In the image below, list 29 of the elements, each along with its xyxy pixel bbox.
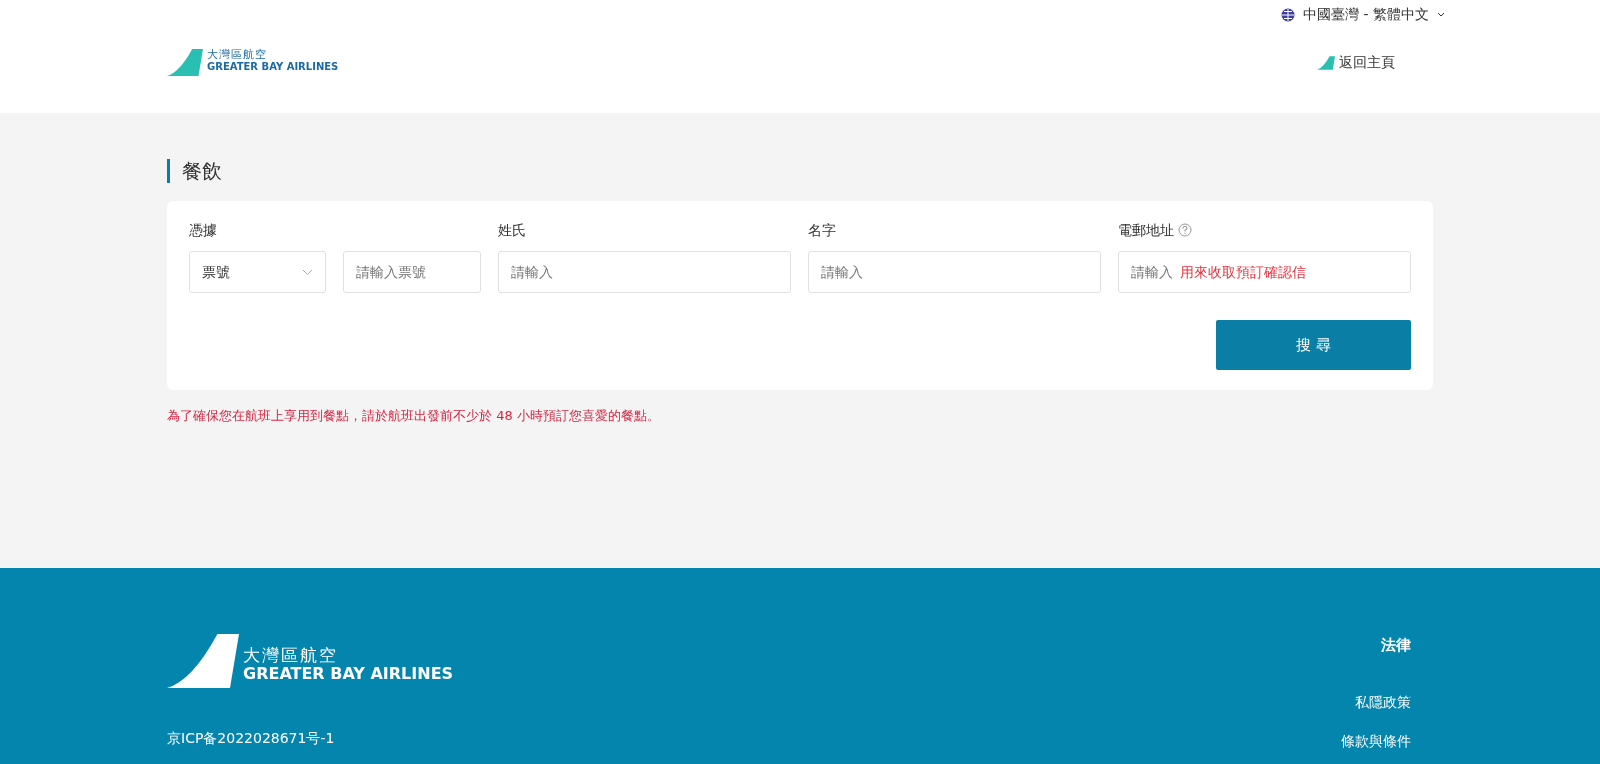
logo-english-text: GREATER BAY AIRLINES [207,61,339,73]
tail-fin-icon [167,49,203,77]
language-selector[interactable]: 中國臺灣 - 繁體中文 [1281,4,1445,25]
tail-fin-icon [167,633,239,688]
field-label: 憑據 [189,220,217,240]
text-input[interactable]: 請輸入 [498,251,791,293]
page-title: 餐飲 [167,159,1433,183]
home-link[interactable]: 返回主頁 [1317,52,1395,74]
input-hint: 用來收取預訂確認信 [1180,263,1306,282]
help-icon[interactable] [1178,223,1192,237]
tail-fin-icon [1317,55,1335,70]
field-label: 電郵地址 [1118,220,1174,240]
document-type-select[interactable]: 票號 [189,251,326,293]
logo-english-text: GREATER BAY AIRLINES [243,665,454,684]
text-input[interactable]: 請輸入 [808,251,1101,293]
search-button[interactable]: 搜 尋 [1216,320,1411,370]
logo-chinese-text: 大灣區航空 [243,645,339,666]
field-label: 名字 [808,220,836,240]
field-label: 姓氏 [498,220,526,240]
text-input[interactable]: 請輸入票號 [343,251,481,293]
legal-link[interactable]: 條款與條件 [1341,731,1411,752]
chevron-down-icon [302,268,313,276]
logo-chinese-text: 大灣區航空 [207,49,268,62]
chevron-down-icon [1437,11,1445,18]
globe-icon [1281,7,1296,22]
legal-heading: 法律 [1381,634,1411,656]
icp-text: 京ICP备2022028671号-1 [167,728,336,748]
notice-text: 為了確保您在航班上享用到餐點，請於航班出發前不少於 48 小時預訂您喜愛的餐點。 [167,407,661,425]
legal-link[interactable]: 私隱政策 [1355,692,1411,713]
